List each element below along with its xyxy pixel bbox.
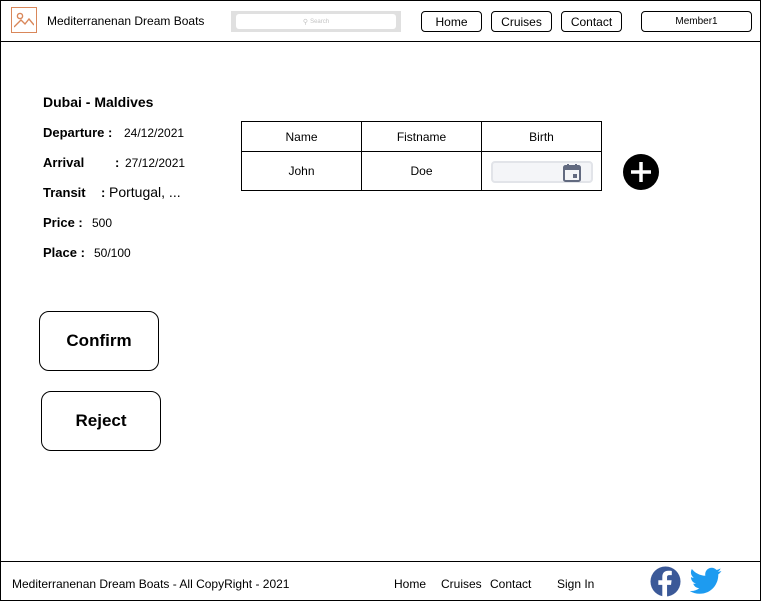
arrival-colon: : xyxy=(115,155,120,170)
nav-contact-button[interactable]: Contact xyxy=(561,11,622,32)
page-frame: Mediterranenan Dream Boats ⚲ Search Home… xyxy=(0,0,761,601)
transit-colon: : xyxy=(101,185,106,200)
cell-name[interactable]: John xyxy=(241,151,362,191)
footer-link-contact[interactable]: Contact xyxy=(490,577,531,591)
confirm-button[interactable]: Confirm xyxy=(39,311,159,371)
arrival-label: Arrival xyxy=(43,155,85,170)
transit-value: Portugal, ... xyxy=(109,184,181,200)
plus-icon xyxy=(631,162,651,182)
footer-link-cruises[interactable]: Cruises xyxy=(441,577,482,591)
add-passenger-button[interactable] xyxy=(623,154,659,190)
member-account-button[interactable]: Member1 xyxy=(641,11,752,32)
twitter-icon[interactable] xyxy=(689,567,722,600)
transit-label: Transit xyxy=(43,185,86,200)
nav-home-button[interactable]: Home xyxy=(421,11,482,32)
brand-name: Mediterranenan Dream Boats xyxy=(47,14,205,28)
table-row: John Doe xyxy=(241,151,602,191)
birth-date-input[interactable] xyxy=(490,161,593,183)
price-value: 500 xyxy=(92,216,113,230)
cell-firstname[interactable]: Doe xyxy=(361,151,482,191)
search-placeholder: Search xyxy=(310,18,330,25)
arrival-value: 27/12/2021 xyxy=(125,156,186,170)
trip-route: Dubai - Maldives xyxy=(43,94,154,110)
logo-image-icon[interactable] xyxy=(11,7,37,33)
reject-button[interactable]: Reject xyxy=(41,391,161,451)
footer-link-home[interactable]: Home xyxy=(394,577,426,591)
column-header-firstname: Fistname xyxy=(361,121,482,152)
search-icon: ⚲ xyxy=(302,18,309,26)
departure-label: Departure : xyxy=(43,125,113,140)
search-bar[interactable]: ⚲ Search xyxy=(231,11,401,32)
price-label: Price : xyxy=(43,215,83,230)
table-header-row: Name Fistname Birth xyxy=(241,121,602,152)
place-value: 50/100 xyxy=(94,246,131,260)
search-input[interactable]: ⚲ Search xyxy=(236,14,396,29)
column-header-name: Name xyxy=(241,121,362,152)
footer: Mediterranenan Dream Boats - All CopyRig… xyxy=(1,561,760,601)
passenger-table: Name Fistname Birth John Doe xyxy=(241,121,602,191)
calendar-icon[interactable] xyxy=(562,163,582,183)
nav-cruises-button[interactable]: Cruises xyxy=(491,11,552,32)
cell-birth xyxy=(481,151,602,191)
facebook-icon[interactable] xyxy=(650,566,681,602)
place-label: Place : xyxy=(43,245,85,260)
departure-value: 24/12/2021 xyxy=(124,126,185,140)
header: Mediterranenan Dream Boats ⚲ Search Home… xyxy=(1,1,760,42)
column-header-birth: Birth xyxy=(481,121,602,152)
footer-copyright: Mediterranenan Dream Boats - All CopyRig… xyxy=(12,577,290,591)
footer-link-signin[interactable]: Sign In xyxy=(557,577,594,591)
